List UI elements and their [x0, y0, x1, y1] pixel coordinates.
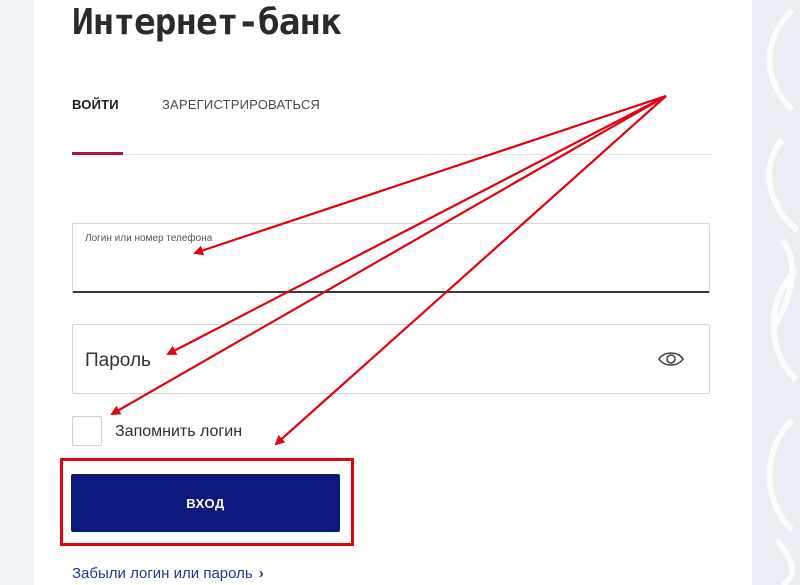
forgot-credentials-label: Забыли логин или пароль — [72, 565, 253, 582]
page-background-left — [0, 0, 34, 585]
remember-login-label[interactable]: Запомнить логин — [115, 423, 242, 441]
ornament-icon — [766, 7, 799, 585]
eye-icon[interactable] — [657, 348, 685, 370]
password-field[interactable] — [72, 324, 710, 394]
login-field-label: Логин или номер телефона — [85, 233, 213, 244]
tabs: ВОЙТИ ЗАРЕГИСТРИРОВАТЬСЯ — [72, 96, 712, 156]
tab-login[interactable]: ВОЙТИ — [72, 96, 119, 114]
login-input[interactable] — [83, 254, 687, 284]
login-button[interactable]: ВХОД — [71, 474, 340, 532]
page-title: Интернет-банк — [72, 2, 342, 43]
tabs-divider — [72, 154, 712, 155]
password-input[interactable] — [83, 343, 647, 379]
decorative-pattern — [752, 0, 800, 585]
remember-login-checkbox[interactable] — [72, 416, 102, 446]
chevron-right-icon: › — [258, 565, 264, 582]
forgot-credentials-link[interactable]: Забыли логин или пароль › — [72, 565, 264, 582]
tab-register[interactable]: ЗАРЕГИСТРИРОВАТЬСЯ — [162, 96, 320, 114]
login-field[interactable]: Логин или номер телефона — [72, 223, 710, 293]
active-tab-indicator — [72, 152, 123, 155]
